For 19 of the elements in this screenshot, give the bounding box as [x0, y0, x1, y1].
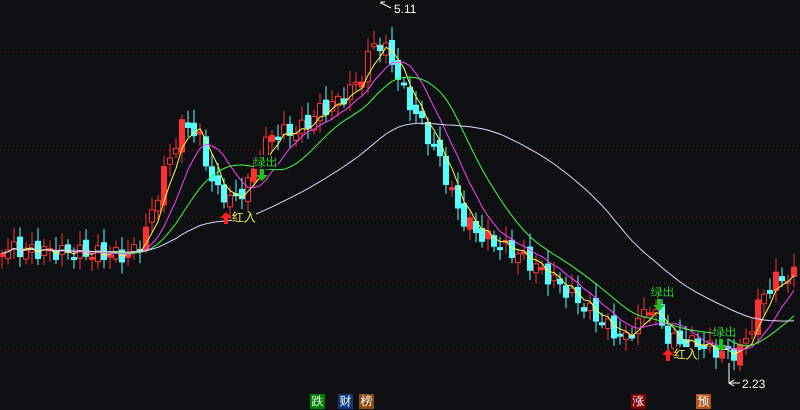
low-price-label: 2.23	[742, 377, 766, 391]
sell-signal-label: 绿出	[651, 285, 675, 299]
event-marker[interactable]: 跌	[310, 394, 325, 409]
down-arrow-icon	[715, 339, 727, 351]
event-marker[interactable]: 财	[338, 394, 353, 409]
buy-signal-label: 红入	[674, 347, 698, 361]
buy-signal-label: 红入	[232, 210, 256, 224]
up-arrow-icon	[220, 212, 232, 224]
event-marker[interactable]: 榜	[359, 394, 374, 409]
up-arrow-icon	[662, 349, 674, 361]
leader-line	[380, 2, 392, 8]
event-marker[interactable]: 涨	[631, 394, 646, 409]
event-marker[interactable]: 预	[696, 394, 711, 409]
sell-signal-label: 绿出	[713, 325, 737, 339]
down-arrow-icon	[653, 299, 665, 311]
sell-signal-label: 绿出	[254, 155, 278, 169]
down-arrow-icon	[256, 169, 268, 181]
high-price-label: 5.11	[394, 2, 416, 16]
leader-line	[728, 362, 740, 386]
